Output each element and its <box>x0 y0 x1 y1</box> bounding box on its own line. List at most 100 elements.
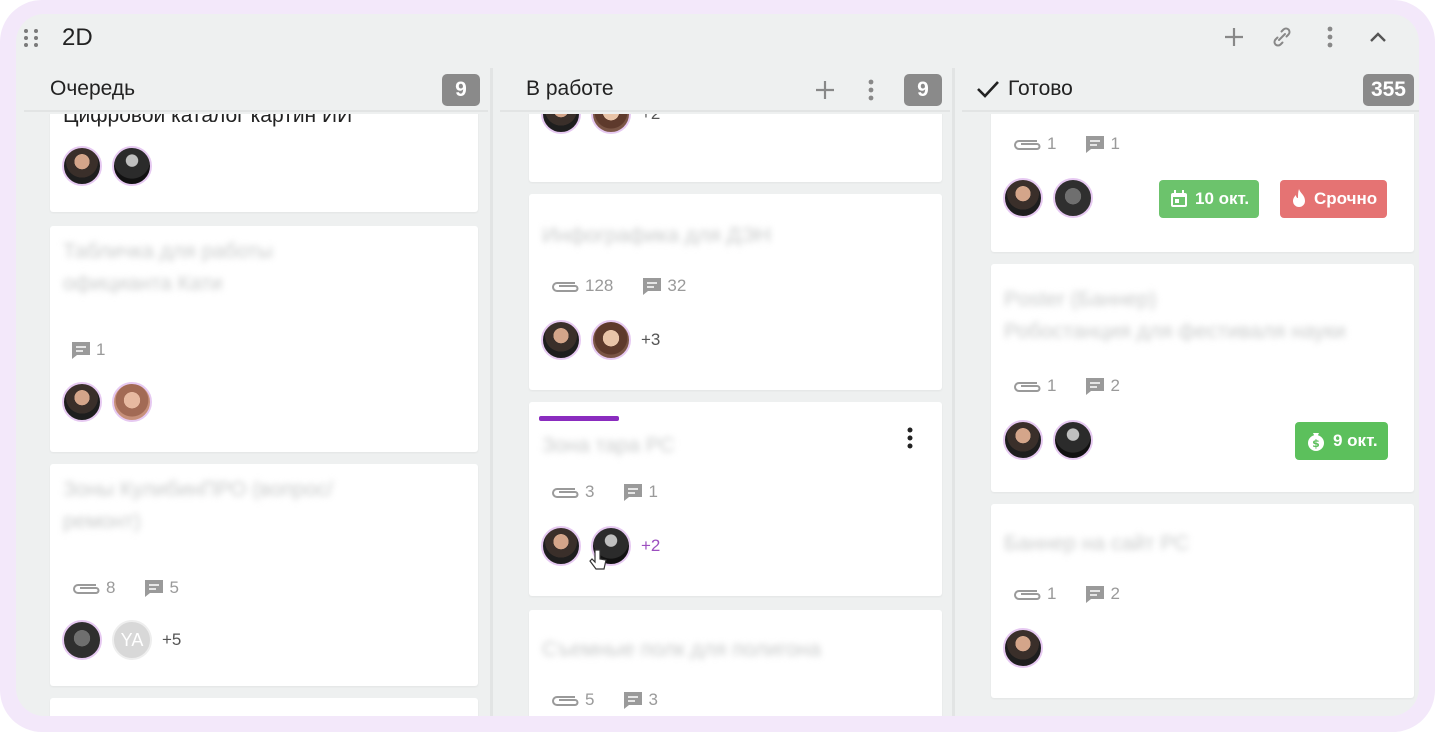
attachments-value: 1 <box>1047 376 1057 395</box>
comment-icon <box>1086 136 1105 153</box>
comments-value: 1 <box>1110 134 1120 153</box>
avatar[interactable] <box>1003 628 1043 668</box>
due-date-badge[interactable]: $ 9 окт. <box>1295 422 1388 460</box>
comments-count: 3 <box>622 690 658 710</box>
column-body[interactable]: Цифровой каталог картин ИИ Табличка для … <box>24 114 488 716</box>
avatar[interactable] <box>1053 178 1093 218</box>
task-card[interactable]: Табличка для работы официанта Кати 1 <box>50 226 478 452</box>
comments-count: 1 <box>1084 134 1120 154</box>
card-meta: 1 <box>70 340 105 360</box>
comment-icon <box>145 580 164 597</box>
column-title: Очередь <box>50 77 136 100</box>
attachments-value: 1 <box>1047 584 1057 603</box>
plus-icon[interactable] <box>1221 22 1247 52</box>
comments-value: 5 <box>169 578 179 597</box>
window-frame: 2D Очередь 9 Цифровой каталог картин ИИ … <box>0 0 1435 732</box>
board: 2D Очередь 9 Цифровой каталог картин ИИ … <box>16 14 1419 716</box>
attachments-value: 8 <box>106 578 116 597</box>
comments-value: 3 <box>648 690 658 709</box>
avatar[interactable] <box>541 114 581 134</box>
task-card[interactable]: Зоны КулибинПРО (вопрос/ремонт) 8 5 YA +… <box>50 464 478 686</box>
column-header: Готово 355 <box>962 68 1419 112</box>
task-card[interactable]: 1 1 10 окт. Срочно <box>991 114 1414 252</box>
drag-handle-icon[interactable] <box>24 27 40 49</box>
paperclip-icon <box>552 282 579 292</box>
avatar[interactable] <box>1053 420 1093 460</box>
card-meta: 1 1 <box>1011 134 1120 154</box>
card-title: Инфографика для ДЭН <box>542 224 772 247</box>
board-title: 2D <box>62 24 93 51</box>
column-body[interactable]: 1 1 10 окт. Срочно Poster (Баннер) Робос… <box>962 114 1419 716</box>
column-controls: 9 <box>812 74 942 106</box>
paperclip-icon <box>1014 140 1041 150</box>
avatar[interactable] <box>62 620 102 660</box>
avatar[interactable] <box>591 114 631 134</box>
comments-value: 1 <box>96 340 106 359</box>
comments-value: 2 <box>1110 584 1120 603</box>
card-meta: 3 1 <box>549 482 658 502</box>
avatar[interactable] <box>591 320 631 360</box>
attachments-value: 1 <box>1047 134 1057 153</box>
avatar[interactable] <box>112 146 152 186</box>
more-assignees[interactable]: +5 <box>162 630 181 650</box>
avatar[interactable] <box>112 382 152 422</box>
avatar[interactable] <box>541 526 581 566</box>
more-assignees[interactable]: +2 <box>641 114 660 124</box>
fire-icon <box>1293 189 1305 207</box>
more-assignees[interactable]: +3 <box>641 330 660 350</box>
urgent-badge[interactable]: Срочно <box>1280 180 1388 218</box>
task-card[interactable]: Инфографика для ДЭН 128 32 +3 <box>529 194 942 390</box>
comment-icon <box>643 278 662 295</box>
card-title: Цифровой каталог картин ИИ <box>63 114 353 127</box>
avatar[interactable] <box>62 382 102 422</box>
task-card[interactable]: Съемные полк для полигона 5 3 <box>529 610 942 716</box>
column-divider <box>490 68 493 716</box>
attachments-count: 5 <box>549 690 594 710</box>
comments-count: 1 <box>622 482 658 502</box>
column-header: В работе 9 <box>500 68 950 112</box>
card-title: Poster (Баннер) Робостанция для фестивал… <box>1004 284 1346 348</box>
attachments-count: 128 <box>549 276 613 296</box>
comments-value: 1 <box>648 482 658 501</box>
more-vertical-icon[interactable] <box>858 75 884 105</box>
board-actions <box>1221 22 1391 52</box>
task-card[interactable]: Зона тара РС 3 1 +2 <box>529 402 942 596</box>
comments-count: 1 <box>70 340 105 360</box>
column-body[interactable]: +2 Инфографика для ДЭН 128 32 <box>500 114 950 716</box>
paperclip-icon <box>1014 590 1041 600</box>
add-card-icon[interactable] <box>812 75 838 105</box>
avatar[interactable] <box>62 146 102 186</box>
avatar[interactable] <box>541 320 581 360</box>
label-stripe <box>539 416 619 421</box>
column-divider <box>952 68 955 716</box>
task-card[interactable] <box>50 698 478 716</box>
chevron-up-icon[interactable] <box>1365 22 1391 52</box>
more-vertical-icon[interactable] <box>1317 22 1343 52</box>
card-title: Баннер на сайт РС <box>1004 532 1190 555</box>
column-title-text: Готово <box>1008 77 1073 100</box>
attachments-value: 5 <box>585 690 595 709</box>
comment-icon <box>72 342 90 359</box>
paperclip-icon <box>1014 382 1041 392</box>
card-meta: 1 2 <box>1011 376 1120 396</box>
due-date-text: 9 окт. <box>1333 431 1378 450</box>
due-date-badge[interactable]: 10 окт. <box>1159 180 1260 218</box>
avatar[interactable]: YA <box>112 620 152 660</box>
card-meta: 8 5 <box>70 578 179 598</box>
task-card[interactable]: +2 <box>529 114 942 182</box>
task-card[interactable]: Цифровой каталог картин ИИ <box>50 114 478 212</box>
hand-cursor-icon <box>589 549 607 570</box>
link-icon[interactable] <box>1269 22 1295 52</box>
comment-icon <box>624 692 643 709</box>
comment-icon <box>1086 586 1105 603</box>
task-card[interactable]: Poster (Баннер) Робостанция для фестивал… <box>991 264 1414 492</box>
count-badge: 9 <box>442 74 480 106</box>
calendar-icon <box>1171 190 1187 207</box>
due-date-text: 10 окт. <box>1195 189 1250 208</box>
avatar[interactable] <box>1003 178 1043 218</box>
card-more-icon[interactable] <box>906 426 914 455</box>
more-assignees[interactable]: +2 <box>641 536 660 556</box>
task-card[interactable]: Баннер на сайт РС 1 2 <box>991 504 1414 698</box>
avatar[interactable] <box>1003 420 1043 460</box>
svg-text:$: $ <box>1312 437 1320 450</box>
